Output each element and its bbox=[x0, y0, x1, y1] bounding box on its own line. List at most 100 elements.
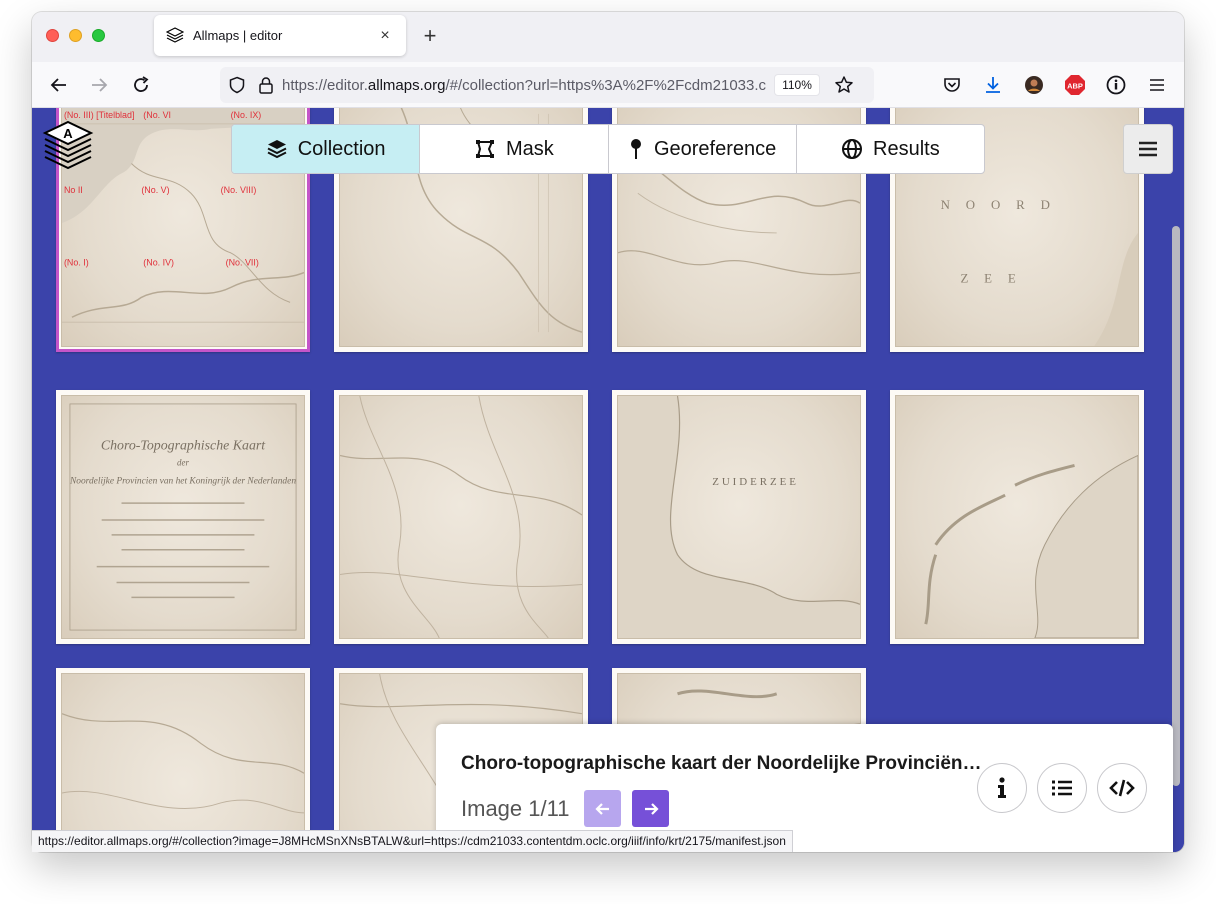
svg-text:(No. IX): (No. IX) bbox=[231, 110, 262, 120]
map-image bbox=[61, 673, 305, 852]
layers-icon bbox=[267, 140, 287, 159]
svg-text:(No. III) [Titelblad]: (No. III) [Titelblad] bbox=[64, 110, 134, 120]
browser-toolbar: https://editor.allmaps.org/#/collection?… bbox=[32, 62, 1184, 108]
browser-menu-button[interactable] bbox=[1145, 73, 1169, 97]
url-prefix: https://editor. bbox=[282, 76, 368, 94]
tab-results-label: Results bbox=[873, 137, 940, 160]
map-thumbnail-5[interactable]: Choro-Topographische Kaart der Noordelij… bbox=[56, 390, 310, 644]
list-icon bbox=[1052, 780, 1072, 796]
svg-text:ABP: ABP bbox=[1067, 82, 1083, 91]
list-button[interactable] bbox=[1037, 763, 1087, 813]
map-thumbnail-8[interactable] bbox=[890, 390, 1144, 644]
tab-georeference[interactable]: Georeference bbox=[609, 125, 797, 173]
adblock-icon: ABP bbox=[1065, 75, 1085, 95]
download-icon bbox=[986, 77, 1000, 93]
map-drawing: Choro-Topographische Kaart der Noordelij… bbox=[69, 403, 297, 631]
map-drawing bbox=[924, 454, 1138, 638]
svg-text:(No. I): (No. I) bbox=[64, 258, 89, 268]
code-button[interactable] bbox=[1097, 763, 1147, 813]
reload-icon bbox=[134, 76, 149, 92]
app-navigation: Collection Mask Georeference Results bbox=[231, 124, 985, 174]
zoom-level[interactable]: 110% bbox=[774, 74, 820, 96]
star-icon[interactable] bbox=[834, 75, 854, 95]
svg-text:No II: No II bbox=[64, 185, 83, 195]
close-window-button[interactable] bbox=[46, 29, 59, 42]
arrow-left-icon bbox=[594, 802, 609, 815]
code-icon bbox=[1109, 779, 1135, 797]
allmaps-favicon-icon bbox=[166, 26, 184, 43]
hamburger-icon bbox=[1150, 79, 1164, 91]
map-drawing bbox=[340, 396, 582, 638]
svg-text:der: der bbox=[177, 457, 189, 467]
url-bar[interactable]: https://editor.allmaps.org/#/collection?… bbox=[220, 67, 874, 103]
tab-title: Allmaps | editor bbox=[193, 28, 283, 43]
collection-title: Choro-topographische kaart der Noordelij… bbox=[461, 753, 981, 774]
next-image-button[interactable] bbox=[632, 790, 669, 827]
scrollbar-thumb[interactable] bbox=[1172, 226, 1180, 786]
info-icon bbox=[998, 777, 1006, 798]
shield-icon[interactable] bbox=[228, 76, 246, 94]
svg-text:Choro-Topographische Kaart: Choro-Topographische Kaart bbox=[101, 439, 266, 454]
arrow-left-icon bbox=[50, 78, 66, 92]
reload-button[interactable] bbox=[127, 71, 155, 99]
svg-text:(No. VII): (No. VII) bbox=[226, 258, 259, 268]
map-thumbnail-7[interactable]: ZUIDERZEE bbox=[612, 390, 866, 644]
lock-icon[interactable] bbox=[258, 76, 274, 94]
map-drawing bbox=[62, 713, 304, 814]
pin-icon bbox=[630, 139, 641, 159]
image-counter: Image 1/11 bbox=[461, 796, 570, 821]
svg-text:A: A bbox=[63, 126, 73, 141]
tab-mask-label: Mask bbox=[505, 137, 554, 160]
app-menu-button[interactable] bbox=[1123, 124, 1173, 174]
hamburger-icon bbox=[1139, 141, 1157, 157]
svg-text:ZUIDERZEE: ZUIDERZEE bbox=[712, 476, 799, 488]
allmaps-page: (No. III) [Titelblad] (No. VI (No. IX) N… bbox=[32, 108, 1184, 852]
tab-collection[interactable]: Collection bbox=[232, 125, 421, 173]
minimize-window-button[interactable] bbox=[69, 29, 82, 42]
downloads-button[interactable] bbox=[981, 73, 1005, 97]
url-domain: allmaps.org bbox=[367, 76, 446, 94]
browser-tab-active[interactable]: Allmaps | editor × bbox=[154, 15, 406, 56]
svg-text:ZEE: ZEE bbox=[960, 272, 1031, 286]
avatar-icon bbox=[1025, 76, 1043, 94]
browser-window: Allmaps | editor × + https://editor.allm… bbox=[32, 12, 1184, 852]
svg-text:(No. VI: (No. VI bbox=[143, 110, 171, 120]
tab-close-icon[interactable]: × bbox=[376, 27, 394, 45]
arrow-right-icon bbox=[644, 802, 659, 815]
tab-strip: Allmaps | editor × + bbox=[32, 12, 1184, 62]
adblock-button[interactable]: ABP bbox=[1063, 73, 1087, 97]
svg-text:NOORD: NOORD bbox=[941, 198, 1066, 212]
tab-collection-label: Collection bbox=[297, 137, 386, 160]
url-rest: /#/collection?url=https%3A%2F%2Fcdm21033… bbox=[445, 76, 766, 94]
map-thumbnail-6[interactable] bbox=[334, 390, 588, 644]
allmaps-logo-icon[interactable]: A bbox=[42, 120, 94, 172]
svg-text:(No. V): (No. V) bbox=[141, 185, 169, 195]
url-text[interactable]: https://editor.allmaps.org/#/collection?… bbox=[282, 77, 766, 94]
map-drawing: ZUIDERZEE bbox=[618, 396, 860, 638]
tab-mask[interactable]: Mask bbox=[420, 125, 609, 173]
svg-text:(No. IV): (No. IV) bbox=[143, 258, 174, 268]
pocket-button[interactable] bbox=[940, 73, 964, 97]
info-button[interactable] bbox=[977, 763, 1027, 813]
map-thumbnail-9[interactable] bbox=[56, 668, 310, 852]
map-image: ZUIDERZEE bbox=[617, 395, 861, 639]
pocket-icon bbox=[944, 78, 960, 92]
previous-image-button[interactable] bbox=[584, 790, 621, 827]
svg-text:Noordelijke Provincien van het: Noordelijke Provincien van het Koningrij… bbox=[69, 476, 296, 486]
svg-text:(No. VIII): (No. VIII) bbox=[221, 185, 257, 195]
map-image: Choro-Topographische Kaart der Noordelij… bbox=[61, 395, 305, 639]
arrow-right-icon bbox=[92, 78, 108, 92]
map-image bbox=[339, 395, 583, 639]
profile-avatar[interactable] bbox=[1022, 73, 1046, 97]
info-circle-icon bbox=[1106, 75, 1126, 95]
zoom-window-button[interactable] bbox=[92, 29, 105, 42]
status-bar-url: https://editor.allmaps.org/#/collection?… bbox=[32, 830, 793, 852]
forward-button[interactable] bbox=[85, 71, 113, 99]
tab-georeference-label: Georeference bbox=[653, 137, 777, 160]
tab-results[interactable]: Results bbox=[797, 125, 984, 173]
extension-button[interactable] bbox=[1104, 73, 1128, 97]
new-tab-button[interactable]: + bbox=[418, 22, 442, 50]
polygon-icon bbox=[475, 140, 494, 158]
back-button[interactable] bbox=[45, 71, 73, 99]
map-image bbox=[895, 395, 1139, 639]
